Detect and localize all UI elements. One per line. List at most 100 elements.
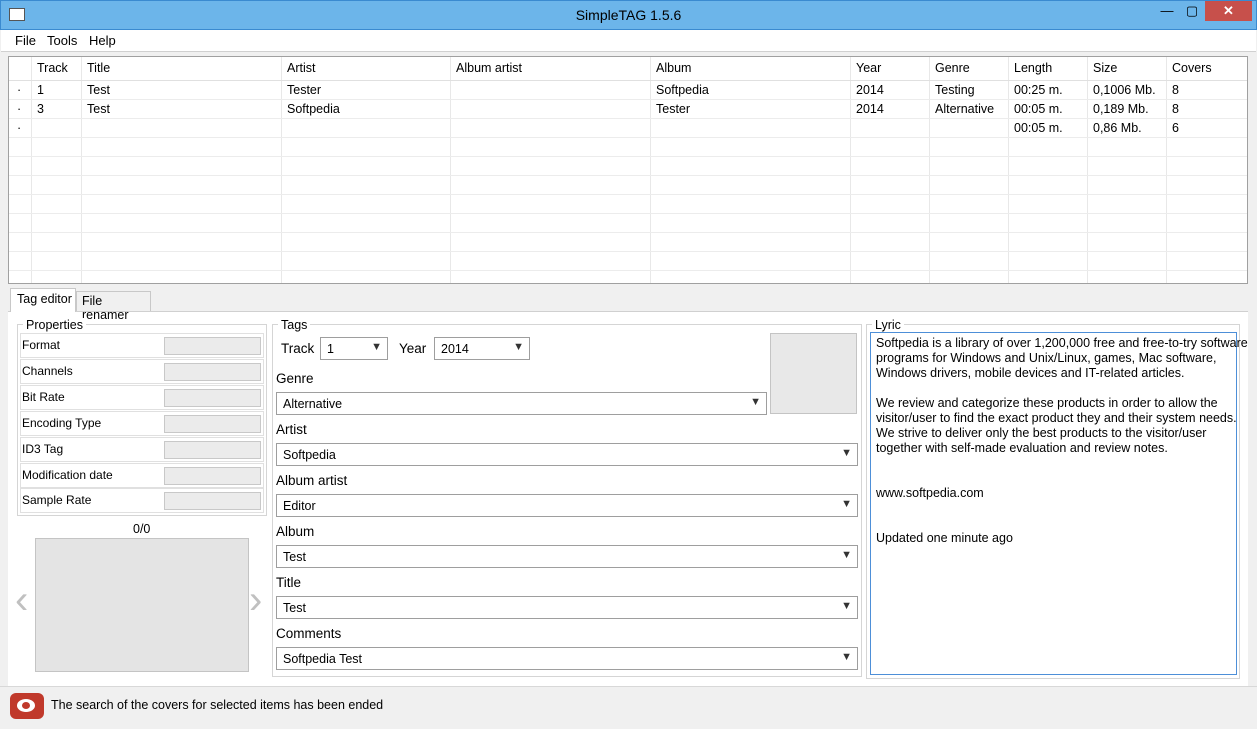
chevron-down-icon[interactable]: ▼ — [841, 600, 852, 612]
chevron-down-icon[interactable]: ▼ — [371, 341, 382, 353]
cell-title: Test — [87, 102, 110, 116]
property-row: Format — [20, 333, 264, 358]
tab-file-renamer[interactable]: File renamer — [76, 291, 151, 322]
menu-file[interactable]: File — [15, 33, 36, 48]
lyric-line: Windows drivers, mobile devices and IT-r… — [876, 366, 1185, 380]
cover-counter: 0/0 — [133, 522, 151, 536]
file-list[interactable]: Track Title Artist Album artist Album Ye… — [8, 56, 1248, 284]
property-row: Sample Rate — [20, 488, 264, 513]
column-header-track[interactable]: Track — [37, 61, 68, 75]
minimize-button[interactable]: — — [1153, 1, 1181, 21]
cell-covers: 8 — [1172, 102, 1179, 116]
id3-tag-value — [164, 441, 261, 459]
property-row: Modification date — [20, 463, 264, 488]
album-artist-value: Editor — [283, 499, 316, 513]
comments-combo[interactable]: Softpedia Test ▼ — [276, 647, 858, 670]
properties-title: Properties — [23, 318, 86, 332]
row-marker: · — [17, 121, 22, 135]
genre-value: Alternative — [283, 397, 343, 411]
lyric-line: We review and categorize these products … — [876, 396, 1218, 410]
cell-genre: Alternative — [935, 102, 995, 116]
chevron-down-icon[interactable]: ▼ — [750, 396, 761, 408]
format-value — [164, 337, 261, 355]
table-row[interactable]: · 1 Test Tester Softpedia 2014 Testing 0… — [9, 81, 1247, 99]
chevron-down-icon[interactable]: ▼ — [841, 651, 852, 663]
lyric-line: visitor/user to find the exact product t… — [876, 411, 1237, 425]
table-row[interactable]: · 00:05 m. 0,86 Mb. 6 — [9, 119, 1247, 137]
lyric-line: www.softpedia.com — [876, 486, 984, 500]
cell-size: 0,189 Mb. — [1093, 102, 1149, 116]
column-header-size[interactable]: Size — [1093, 61, 1117, 75]
cell-artist: Tester — [287, 83, 322, 97]
cell-length: 00:05 m. — [1014, 102, 1063, 116]
encoding-type-value — [164, 415, 261, 433]
cell-length: 00:05 m. — [1014, 121, 1063, 135]
genre-combo[interactable]: Alternative ▼ — [276, 392, 767, 415]
table-row[interactable]: · 3 Test Softpedia Tester 2014 Alternati… — [9, 100, 1247, 118]
lyric-title: Lyric — [872, 318, 904, 332]
row-marker: · — [17, 83, 22, 97]
title-label: Title — [276, 575, 302, 590]
artist-label: Artist — [276, 422, 307, 437]
chevron-down-icon[interactable]: ▼ — [841, 498, 852, 510]
column-header-artist[interactable]: Artist — [287, 61, 315, 75]
cell-artist: Softpedia — [287, 102, 340, 116]
column-header-covers[interactable]: Covers — [1172, 61, 1212, 75]
tags-title: Tags — [278, 318, 311, 332]
track-value: 1 — [327, 342, 334, 356]
menu-bar: File Tools Help — [1, 30, 1256, 52]
title-value: Test — [283, 601, 306, 615]
modification-date-value — [164, 467, 261, 485]
property-row: Encoding Type — [20, 411, 264, 436]
track-combo[interactable]: 1 ▼ — [320, 337, 388, 360]
property-label: Modification date — [22, 468, 113, 482]
property-label: Format — [22, 338, 61, 352]
column-header-album[interactable]: Album — [656, 61, 691, 75]
artist-combo[interactable]: Softpedia ▼ — [276, 443, 858, 466]
property-label: Bit Rate — [22, 390, 65, 404]
album-artist-label: Album artist — [276, 473, 348, 488]
tab-label: File renamer — [82, 294, 129, 322]
menu-tools[interactable]: Tools — [47, 33, 77, 48]
property-label: Sample Rate — [22, 493, 92, 507]
cell-year: 2014 — [856, 83, 884, 97]
lyric-textarea[interactable]: Softpedia is a library of over 1,200,000… — [870, 332, 1248, 675]
column-header-title[interactable]: Title — [87, 61, 110, 75]
lyric-line: programs for Windows and Unix/Linux, gam… — [876, 351, 1217, 365]
cell-size: 0,86 Mb. — [1093, 121, 1142, 135]
cell-year: 2014 — [856, 102, 884, 116]
menu-help[interactable]: Help — [89, 33, 116, 48]
cover-image[interactable] — [35, 538, 249, 672]
column-header-album-artist[interactable]: Album artist — [456, 61, 522, 75]
track-label: Track — [281, 341, 315, 356]
comments-label: Comments — [276, 626, 342, 641]
album-artist-combo[interactable]: Editor ▼ — [276, 494, 858, 517]
album-combo[interactable]: Test ▼ — [276, 545, 858, 568]
property-label: Channels — [22, 364, 73, 378]
maximize-button[interactable]: ▢ — [1178, 1, 1206, 21]
year-value: 2014 — [441, 342, 469, 356]
album-value: Test — [283, 550, 306, 564]
chevron-down-icon[interactable]: ▼ — [841, 549, 852, 561]
title-combo[interactable]: Test ▼ — [276, 596, 858, 619]
cell-size: 0,1006 Mb. — [1093, 83, 1156, 97]
chevron-down-icon[interactable]: ▼ — [513, 341, 524, 353]
sample-rate-value — [164, 492, 261, 510]
chevron-right-icon[interactable]: › — [249, 580, 262, 620]
status-text: The search of the covers for selected it… — [51, 698, 384, 712]
year-combo[interactable]: 2014 ▼ — [434, 337, 530, 360]
column-header-genre[interactable]: Genre — [935, 61, 970, 75]
column-header-length[interactable]: Length — [1014, 61, 1052, 75]
cell-covers: 8 — [1172, 83, 1179, 97]
chevron-down-icon[interactable]: ▼ — [841, 447, 852, 459]
column-header-year[interactable]: Year — [856, 61, 881, 75]
cell-length: 00:25 m. — [1014, 83, 1063, 97]
genre-label: Genre — [276, 371, 314, 386]
tab-tag-editor[interactable]: Tag editor — [10, 288, 76, 312]
property-row: ID3 Tag — [20, 437, 264, 462]
cover-thumbnail[interactable] — [770, 333, 857, 414]
close-button[interactable]: ✕ — [1205, 1, 1252, 21]
tab-label: Tag editor — [17, 292, 72, 306]
cell-covers: 6 — [1172, 121, 1179, 135]
chevron-left-icon[interactable]: ‹ — [15, 580, 28, 620]
